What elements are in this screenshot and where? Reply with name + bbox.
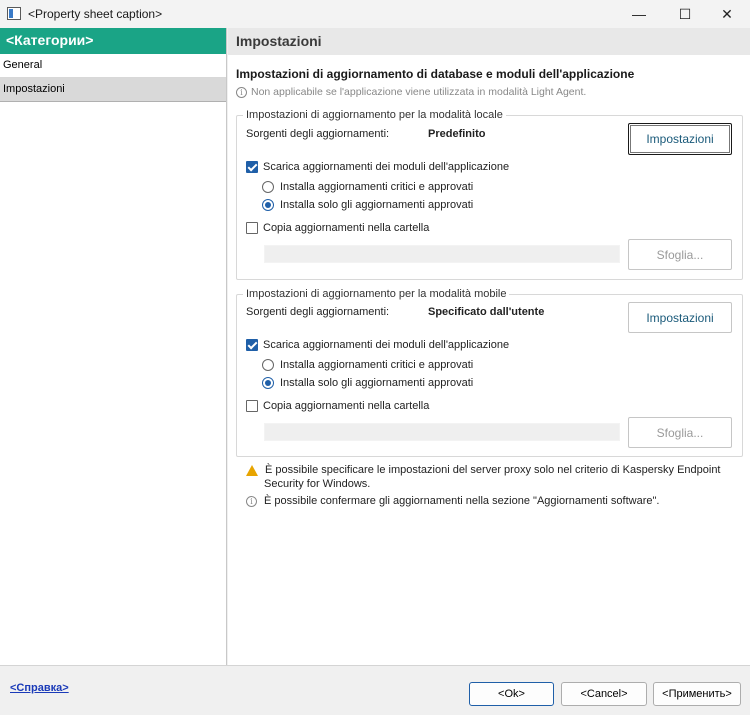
checkbox-checked-icon — [246, 339, 258, 351]
confirm-updates-text: È possibile confermare gli aggiornamenti… — [264, 495, 660, 507]
checkbox-unchecked-icon — [246, 222, 258, 234]
minimize-button[interactable]: — — [616, 0, 662, 28]
section-title: Impostazioni di aggiornamento di databas… — [236, 67, 635, 81]
sidebar-item-general[interactable]: General — [0, 54, 226, 78]
radio-selected-icon — [262, 199, 274, 211]
local-mode-legend: Impostazioni di aggiornamento per la mod… — [243, 109, 506, 121]
local-download-modules-label: Scarica aggiornamenti dei moduli dell'ap… — [263, 161, 510, 173]
section-note-text: Non applicabile se l'applicazione viene … — [251, 86, 587, 98]
info-icon: i — [246, 495, 257, 507]
local-browse-button[interactable]: Sfoglia... — [628, 239, 732, 270]
local-sources-value: Predefinito — [428, 128, 486, 140]
sidebar-item-impostazioni[interactable]: Impostazioni — [0, 78, 226, 102]
mobile-browse-button[interactable]: Sfoglia... — [628, 417, 732, 448]
proxy-warning-text-2: Security for Windows. — [264, 478, 371, 490]
local-radio-critical-label: Installa aggiornamenti critici e approva… — [280, 181, 474, 193]
local-copy-folder-label: Copia aggiornamenti nella cartella — [263, 222, 430, 234]
cancel-button[interactable]: <Cancel> — [561, 682, 647, 706]
mobile-download-modules-checkbox[interactable]: Scarica aggiornamenti dei moduli dell'ap… — [246, 339, 509, 351]
maximize-icon: ☐ — [678, 5, 692, 22]
maximize-button[interactable]: ☐ — [662, 0, 708, 28]
mobile-copy-folder-label: Copia aggiornamenti nella cartella — [263, 400, 430, 412]
mobile-folder-path-field[interactable] — [264, 423, 620, 441]
mobile-radio-critical[interactable]: Installa aggiornamenti critici e approva… — [262, 359, 473, 371]
local-settings-button[interactable]: Impostazioni — [628, 123, 732, 155]
local-folder-path-field[interactable] — [264, 245, 620, 263]
sidebar-header: <Категории> — [0, 28, 226, 54]
window-title: <Property sheet caption> — [28, 7, 163, 21]
mobile-mode-legend: Impostazioni di aggiornamento per la mod… — [243, 288, 510, 300]
local-sources-label: Sorgenti degli aggiornamenti: — [246, 128, 390, 140]
local-radio-critical[interactable]: Installa aggiornamenti critici e approva… — [262, 181, 473, 193]
mobile-sources-label: Sorgenti degli aggiornamenti: — [246, 306, 390, 318]
confirm-updates-note: i È possibile confermare gli aggiornamen… — [246, 495, 659, 507]
dialog-footer: <Справка> <Ok> <Cancel> <Применить> — [0, 665, 750, 715]
mobile-sources-value: Specificato dall'utente — [428, 306, 545, 318]
mobile-radio-approved-label: Installa solo gli aggiornamenti approvat… — [280, 377, 474, 389]
radio-unselected-icon — [262, 359, 274, 371]
radio-selected-icon — [262, 377, 274, 389]
local-radio-approved-label: Installa solo gli aggiornamenti approvat… — [280, 199, 474, 211]
app-icon — [7, 7, 21, 20]
ok-button[interactable]: <Ok> — [469, 682, 554, 706]
proxy-warning-text-1: È possibile specificare le impostazioni … — [265, 464, 721, 476]
radio-unselected-icon — [262, 181, 274, 193]
section-note: i Non applicabile se l'applicazione vien… — [236, 86, 586, 98]
checkbox-checked-icon — [246, 161, 258, 173]
page-title: Impostazioni — [228, 28, 750, 55]
mobile-settings-button[interactable]: Impostazioni — [628, 302, 732, 333]
info-icon: i — [236, 86, 247, 98]
mobile-copy-folder-checkbox[interactable]: Copia aggiornamenti nella cartella — [246, 400, 429, 412]
checkbox-unchecked-icon — [246, 400, 258, 412]
local-download-modules-checkbox[interactable]: Scarica aggiornamenti dei moduli dell'ap… — [246, 161, 509, 173]
local-copy-folder-checkbox[interactable]: Copia aggiornamenti nella cartella — [246, 222, 429, 234]
mobile-radio-approved[interactable]: Installa solo gli aggiornamenti approvat… — [262, 377, 473, 389]
warning-triangle-icon — [246, 464, 258, 476]
main-panel: Impostazioni Impostazioni di aggiornamen… — [228, 28, 750, 665]
categories-sidebar: <Категории> General Impostazioni — [0, 28, 227, 665]
local-radio-approved[interactable]: Installa solo gli aggiornamenti approvat… — [262, 199, 473, 211]
title-bar: <Property sheet caption> — ☐ ✕ — [0, 0, 750, 28]
proxy-warning-note: È possibile specificare le impostazioni … — [246, 464, 721, 476]
close-icon: ✕ — [721, 5, 733, 22]
minimize-icon: — — [632, 6, 646, 22]
mobile-radio-critical-label: Installa aggiornamenti critici e approva… — [280, 359, 474, 371]
mobile-download-modules-label: Scarica aggiornamenti dei moduli dell'ap… — [263, 339, 510, 351]
apply-button[interactable]: <Применить> — [653, 682, 741, 706]
help-link[interactable]: <Справка> — [10, 682, 69, 694]
close-button[interactable]: ✕ — [704, 0, 750, 28]
